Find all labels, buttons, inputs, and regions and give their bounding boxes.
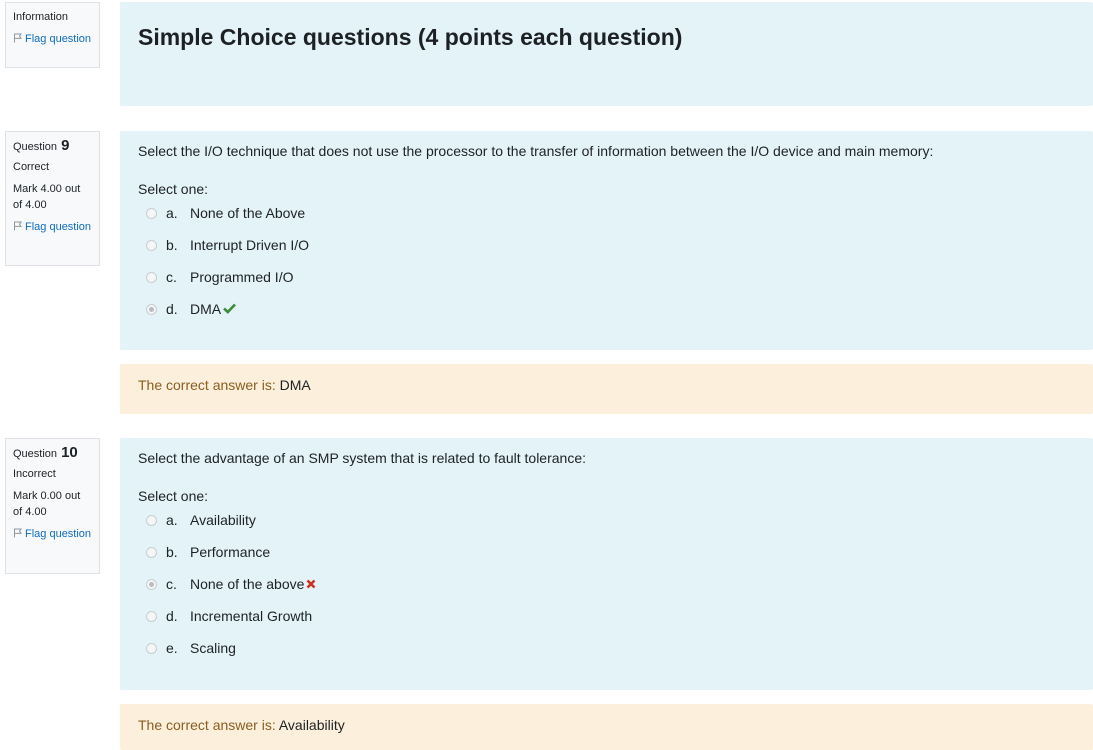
- answer-text: Programmed I/O: [190, 269, 294, 285]
- flag-icon: [13, 527, 23, 538]
- correct-answer: Availability: [278, 717, 345, 733]
- answer-letter: e.: [166, 640, 178, 656]
- radio-button-selected[interactable]: [146, 578, 157, 590]
- feedback-panel: The correct answer is: Availability: [120, 704, 1093, 750]
- question-number: 10: [61, 444, 78, 461]
- flag-label: Flag question: [25, 528, 92, 540]
- cross-icon: [306, 576, 316, 593]
- answer-letter: d.: [166, 608, 178, 624]
- answer-text: Incremental Growth: [190, 608, 313, 624]
- feedback-label: The correct answer is:: [138, 717, 276, 733]
- question-grade: Mark 4.00 out of 4.00: [13, 183, 81, 211]
- answer-option[interactable]: b. Performance: [138, 536, 1075, 568]
- answer-option[interactable]: d. Incremental Growth: [138, 600, 1075, 632]
- radio-button[interactable]: [146, 271, 157, 283]
- answer-list: a. None of the Above b. Interrupt Driven…: [138, 197, 1075, 325]
- answer-letter: a.: [166, 205, 178, 221]
- answer-letter: c.: [166, 269, 177, 285]
- answer-option-selected[interactable]: d. DMA: [138, 293, 1075, 325]
- answer-text: None of the above: [190, 576, 305, 592]
- answer-text: Scaling: [190, 640, 236, 656]
- answer-option[interactable]: e. Scaling: [138, 632, 1075, 664]
- feedback-label: The correct answer is:: [138, 377, 276, 393]
- answer-text: DMA: [190, 301, 222, 317]
- answer-letter: b.: [166, 237, 178, 253]
- question-number: 9: [61, 137, 70, 154]
- answer-option[interactable]: a. Availability: [138, 504, 1075, 536]
- answer-letter: c.: [166, 576, 177, 592]
- answer-list: a. Availability b. Performance c. None o…: [138, 504, 1075, 664]
- radio-button[interactable]: [146, 546, 157, 558]
- radio-button[interactable]: [146, 207, 157, 219]
- answer-option-selected[interactable]: c. None of the above: [138, 568, 1075, 600]
- question-text: Select the I/O technique that does not u…: [138, 143, 934, 159]
- question-info-panel: Question 10 Incorrect Mark 0.00 out of 4…: [5, 438, 100, 574]
- answer-letter: a.: [166, 512, 178, 528]
- flag-question-link[interactable]: Flag question: [13, 526, 92, 542]
- answer-prompt: Select one:: [138, 181, 209, 197]
- flag-icon: [13, 220, 23, 231]
- question-state: Correct: [13, 161, 50, 173]
- flag-question-link[interactable]: Flag question: [13, 219, 92, 235]
- flag-label: Flag question: [25, 33, 92, 45]
- question-label: Question: [13, 141, 58, 153]
- correct-answer: DMA: [279, 377, 311, 393]
- answer-text: Availability: [190, 512, 256, 528]
- answer-text: None of the Above: [190, 205, 306, 221]
- question-label: Question: [13, 448, 58, 460]
- section-heading: Simple Choice questions (4 points each q…: [138, 24, 683, 50]
- radio-button[interactable]: [146, 514, 157, 526]
- flag-icon: [13, 32, 23, 43]
- question-info-panel: Question 9 Correct Mark 4.00 out of 4.00…: [5, 131, 100, 266]
- answer-text: Performance: [190, 544, 271, 560]
- answer-option[interactable]: b. Interrupt Driven I/O: [138, 229, 1075, 261]
- question-formulation: Select the advantage of an SMP system th…: [120, 438, 1093, 690]
- question-text: Select the advantage of an SMP system th…: [138, 450, 586, 466]
- check-icon: [223, 301, 237, 318]
- answer-text: Interrupt Driven I/O: [190, 237, 310, 253]
- answer-option[interactable]: a. None of the Above: [138, 197, 1075, 229]
- flag-question-link[interactable]: Flag question: [13, 31, 92, 47]
- answer-prompt: Select one:: [138, 488, 209, 504]
- question-grade: Mark 0.00 out of 4.00: [13, 490, 81, 518]
- radio-button[interactable]: [146, 642, 157, 654]
- radio-button[interactable]: [146, 610, 157, 622]
- question-formulation: Select the I/O technique that does not u…: [120, 131, 1093, 350]
- question-state: Incorrect: [13, 468, 56, 480]
- answer-letter: d.: [166, 301, 178, 317]
- flag-label: Flag question: [25, 221, 92, 233]
- radio-button[interactable]: [146, 239, 157, 251]
- section-heading-panel: Simple Choice questions (4 points each q…: [120, 2, 1093, 106]
- feedback-panel: The correct answer is: DMA: [120, 364, 1093, 414]
- answer-letter: b.: [166, 544, 178, 560]
- answer-option[interactable]: c. Programmed I/O: [138, 261, 1075, 293]
- info-label: Information: [13, 11, 69, 23]
- info-panel: Information Flag question: [5, 2, 100, 68]
- radio-button-selected[interactable]: [146, 303, 157, 315]
